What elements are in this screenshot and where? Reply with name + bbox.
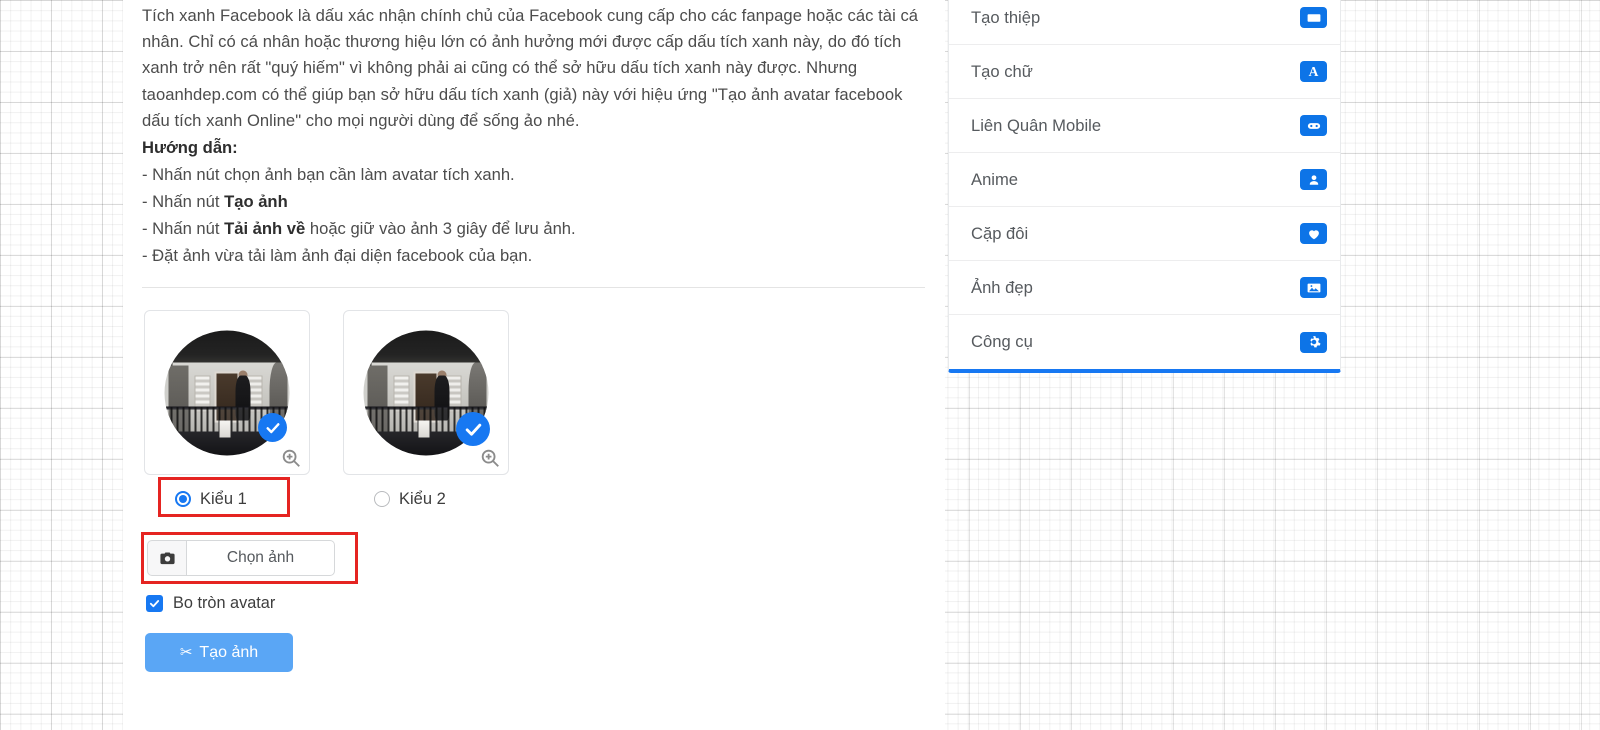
guide-step-text-tail: hoặc giữ vào ảnh 3 giây để lưu ảnh. [305, 219, 576, 239]
user-icon [1300, 169, 1327, 190]
style-2-label: Kiểu 2 [399, 489, 446, 508]
guide-step-text: - Nhấn nút [142, 219, 225, 239]
magnifier-plus-icon[interactable] [479, 447, 501, 469]
sidebar-item-label: Tạo thiệp [971, 7, 1041, 27]
sidebar-item-label: Liên Quân Mobile [971, 115, 1102, 135]
guide-step-text: - Đặt ảnh vừa tải làm ảnh đại diện faceb… [142, 246, 533, 266]
camera-icon[interactable] [147, 540, 187, 576]
sidebar-item-4[interactable]: Anime [949, 153, 1340, 207]
style-option-2[interactable]: Kiểu 2 [343, 310, 509, 514]
sidebar-item-label: Công cụ [971, 332, 1033, 351]
style-options-row: Kiểu 1 Kiểu 2 [144, 310, 509, 514]
generate-image-label: Tạo ảnh [199, 643, 259, 661]
style-1-thumbnail-card[interactable] [144, 310, 310, 475]
style-option-1[interactable]: Kiểu 1 [144, 310, 310, 514]
section-divider [142, 287, 925, 288]
heart-icon [1300, 223, 1327, 244]
guide-step-emphasis: Tải ảnh về [224, 219, 306, 239]
sidebar-item-5[interactable]: Cặp đôi [949, 207, 1340, 261]
magnifier-plus-icon[interactable] [280, 447, 302, 469]
style-1-radio[interactable] [175, 491, 191, 507]
sidebar-item-6[interactable]: Ảnh đẹp [949, 261, 1340, 315]
style-1-label: Kiểu 1 [200, 489, 247, 508]
sidebar-item-label: Tạo chữ [971, 61, 1033, 81]
blue-verified-check-icon [456, 412, 490, 446]
gear-icon [1300, 331, 1327, 353]
style-2-thumbnail-card[interactable] [343, 310, 509, 475]
letter-a-icon: A [1300, 61, 1327, 82]
scissors-icon: ✂ [179, 644, 193, 661]
guide-step: - Nhấn nút chọn ảnh bạn cần làm avatar t… [142, 161, 926, 188]
guide-step-text: - Nhấn nút chọn ảnh bạn cần làm avatar t… [142, 165, 515, 185]
sidebar-item-1[interactable]: Tạo thiệp [949, 0, 1340, 45]
sidebar-item-label: Anime [971, 169, 1019, 189]
guide-step: - Đặt ảnh vừa tải làm ảnh đại diện faceb… [142, 242, 926, 269]
round-avatar-label: Bo tròn avatar [173, 594, 276, 612]
image-icon [1300, 277, 1327, 298]
blue-verified-check-icon [258, 413, 287, 442]
guide-step: - Nhấn nút Tạo ảnh [142, 188, 926, 215]
category-sidebar: Tạo thiệp Tạo chữ A Liên Quân Mobile Anime Cặ… [948, 0, 1341, 373]
round-avatar-checkbox-row[interactable]: Bo tròn avatar [146, 594, 275, 613]
article-body: Tích xanh Facebook là dấu xác nhận chính… [142, 0, 926, 269]
sidebar-item-label: Ảnh đẹp [971, 277, 1033, 297]
generate-image-button[interactable]: ✂ Tạo ảnh [145, 633, 293, 672]
style-1-radio-row[interactable]: Kiểu 1 [144, 484, 310, 514]
sidebar-item-2[interactable]: Tạo chữ A [949, 45, 1340, 99]
card-icon [1300, 7, 1327, 28]
sidebar-item-label: Cặp đôi [971, 223, 1029, 243]
style-2-radio-row[interactable]: Kiểu 2 [343, 484, 509, 514]
style-2-radio[interactable] [374, 491, 390, 507]
round-avatar-checkbox[interactable] [146, 595, 163, 612]
image-picker-row[interactable]: Chọn ảnh [147, 540, 335, 576]
guide-step-text: - Nhấn nút [142, 192, 225, 212]
sidebar-item-3[interactable]: Liên Quân Mobile [949, 99, 1340, 153]
guide-heading: Hướng dẫn: [142, 138, 238, 158]
guide-step: - Nhấn nút Tải ảnh về hoặc giữ vào ảnh 3… [142, 215, 926, 242]
gamepad-icon [1300, 115, 1327, 136]
guide-step-emphasis: Tạo ảnh [224, 192, 288, 212]
intro-paragraph: Tích xanh Facebook là dấu xác nhận chính… [142, 6, 919, 130]
sidebar-item-7[interactable]: Công cụ [949, 315, 1340, 369]
choose-image-button[interactable]: Chọn ảnh [187, 540, 335, 576]
guide-steps-list: - Nhấn nút chọn ảnh bạn cần làm avatar t… [142, 161, 926, 269]
